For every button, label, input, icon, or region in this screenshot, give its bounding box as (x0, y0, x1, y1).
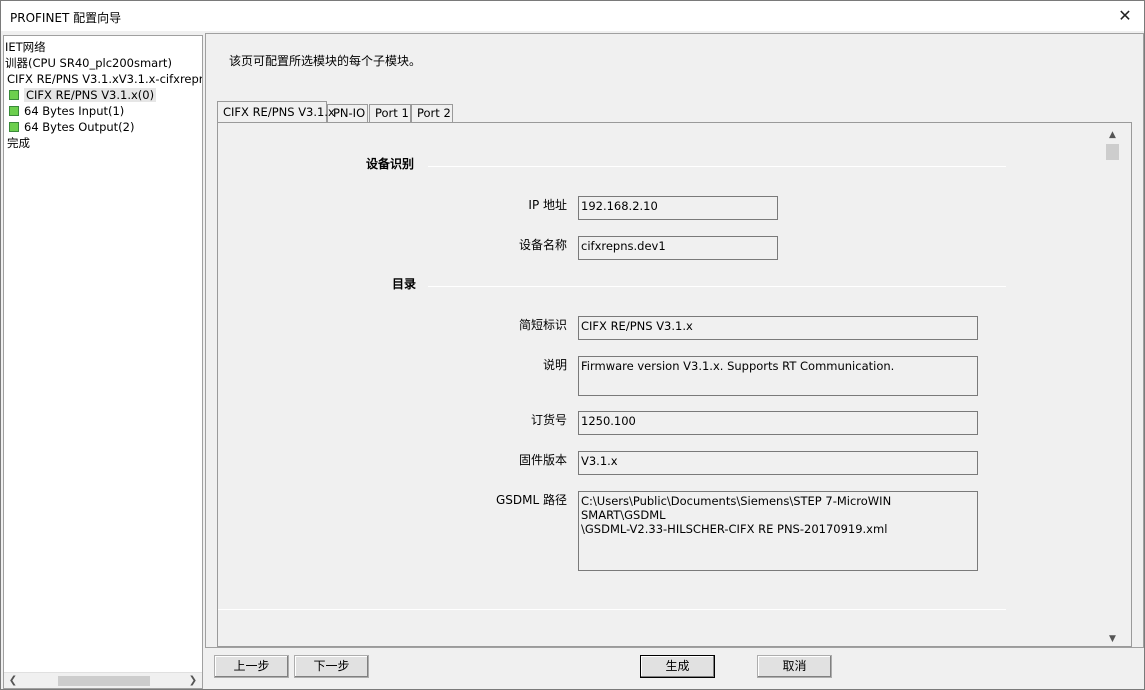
tree-item-controller[interactable]: 训器(CPU SR40_plc200smart) (5, 55, 172, 71)
module-tree[interactable]: IET网络 训器(CPU SR40_plc200smart) CIFX RE/P… (3, 35, 203, 689)
firmware-field: V3.1.x (578, 451, 978, 475)
green-module-icon (9, 90, 19, 100)
device-name-field[interactable]: cifxrepns.dev1 (578, 236, 778, 260)
intro-text: 该页可配置所选模块的每个子模块。 (229, 54, 422, 68)
title-bar: PROFINET 配置向导 ✕ (1, 1, 1144, 31)
tab-content: 设备识别 IP 地址 192.168.2.10 设备名称 cifxrepns.d… (217, 122, 1132, 647)
tree-item-label: 64 Bytes Input(1) (24, 104, 125, 118)
tree-item-device[interactable]: CIFX RE/PNS V3.1.xV3.1.x-cifxrepns.dev (7, 71, 202, 87)
firmware-label: 固件版本 (518, 453, 567, 467)
tree-item-finish[interactable]: 完成 (7, 135, 30, 151)
divider (218, 609, 1006, 610)
tab-port-1[interactable]: Port 1 (369, 104, 411, 122)
gsdml-path-label: GSDML 路径 (495, 493, 567, 507)
tree-item-network[interactable]: IET网络 (5, 39, 46, 55)
catalog-section-heading: 目录 (392, 277, 417, 291)
generate-button[interactable]: 生成 (640, 655, 715, 678)
order-number-label: 订货号 (530, 413, 567, 427)
tree-item-label: IET网络 (5, 40, 46, 54)
tab-port-2[interactable]: Port 2 (411, 104, 453, 122)
divider (428, 166, 1006, 167)
scroll-thumb[interactable] (1106, 144, 1119, 160)
vertical-scrollbar[interactable]: ▲ ▼ (1104, 128, 1121, 646)
tree-item-label: 完成 (7, 136, 30, 150)
scroll-thumb[interactable] (58, 676, 150, 686)
scroll-right-icon[interactable]: ❯ (186, 674, 200, 688)
cancel-button[interactable]: 取消 (757, 655, 832, 678)
device-name-label: 设备名称 (518, 238, 567, 252)
tree-item-module-2[interactable]: 64 Bytes Output(2) (9, 119, 134, 135)
next-button[interactable]: 下一步 (294, 655, 369, 678)
ip-label: IP 地址 (528, 198, 567, 212)
tree-item-module-0[interactable]: CIFX RE/PNS V3.1.x(0) (9, 87, 157, 103)
divider (428, 286, 1006, 287)
green-module-icon (9, 122, 19, 132)
short-id-label: 简短标识 (518, 318, 567, 332)
scroll-left-icon[interactable]: ❮ (6, 674, 20, 688)
tree-horizontal-scrollbar[interactable]: ❮ ❯ (4, 672, 202, 688)
device-section-heading: 设备识别 (366, 157, 415, 171)
window-title: PROFINET 配置向导 (10, 11, 122, 25)
previous-button[interactable]: 上一步 (214, 655, 289, 678)
wizard-window: PROFINET 配置向导 ✕ IET网络 训器(CPU SR40_plc200… (0, 0, 1145, 690)
ip-field[interactable]: 192.168.2.10 (578, 196, 778, 220)
tab-cifx[interactable]: CIFX RE/PNS V3.1.x (217, 101, 335, 122)
tree-item-label: CIFX RE/PNS V3.1.xV3.1.x-cifxrepns.dev (7, 72, 202, 86)
scroll-down-icon[interactable]: ▼ (1104, 632, 1121, 646)
tree-item-label: 64 Bytes Output(2) (24, 120, 135, 134)
config-panel: 该页可配置所选模块的每个子模块。 CIFX RE/PNS V3.1.x PN-I… (205, 33, 1144, 648)
tree-item-module-1[interactable]: 64 Bytes Input(1) (9, 103, 124, 119)
green-module-icon (9, 106, 19, 116)
description-field: Firmware version V3.1.x. Supports RT Com… (578, 356, 978, 396)
short-id-field: CIFX RE/PNS V3.1.x (578, 316, 978, 340)
order-number-field: 1250.100 (578, 411, 978, 435)
tree-item-label: 训器(CPU SR40_plc200smart) (5, 56, 172, 70)
close-icon[interactable]: ✕ (1114, 5, 1136, 27)
gsdml-path-field: C:\Users\Public\Documents\Siemens\STEP 7… (578, 491, 978, 571)
scroll-up-icon[interactable]: ▲ (1104, 128, 1121, 142)
tree-item-label: CIFX RE/PNS V3.1.x(0) (24, 88, 157, 102)
description-label: 说明 (542, 358, 567, 372)
